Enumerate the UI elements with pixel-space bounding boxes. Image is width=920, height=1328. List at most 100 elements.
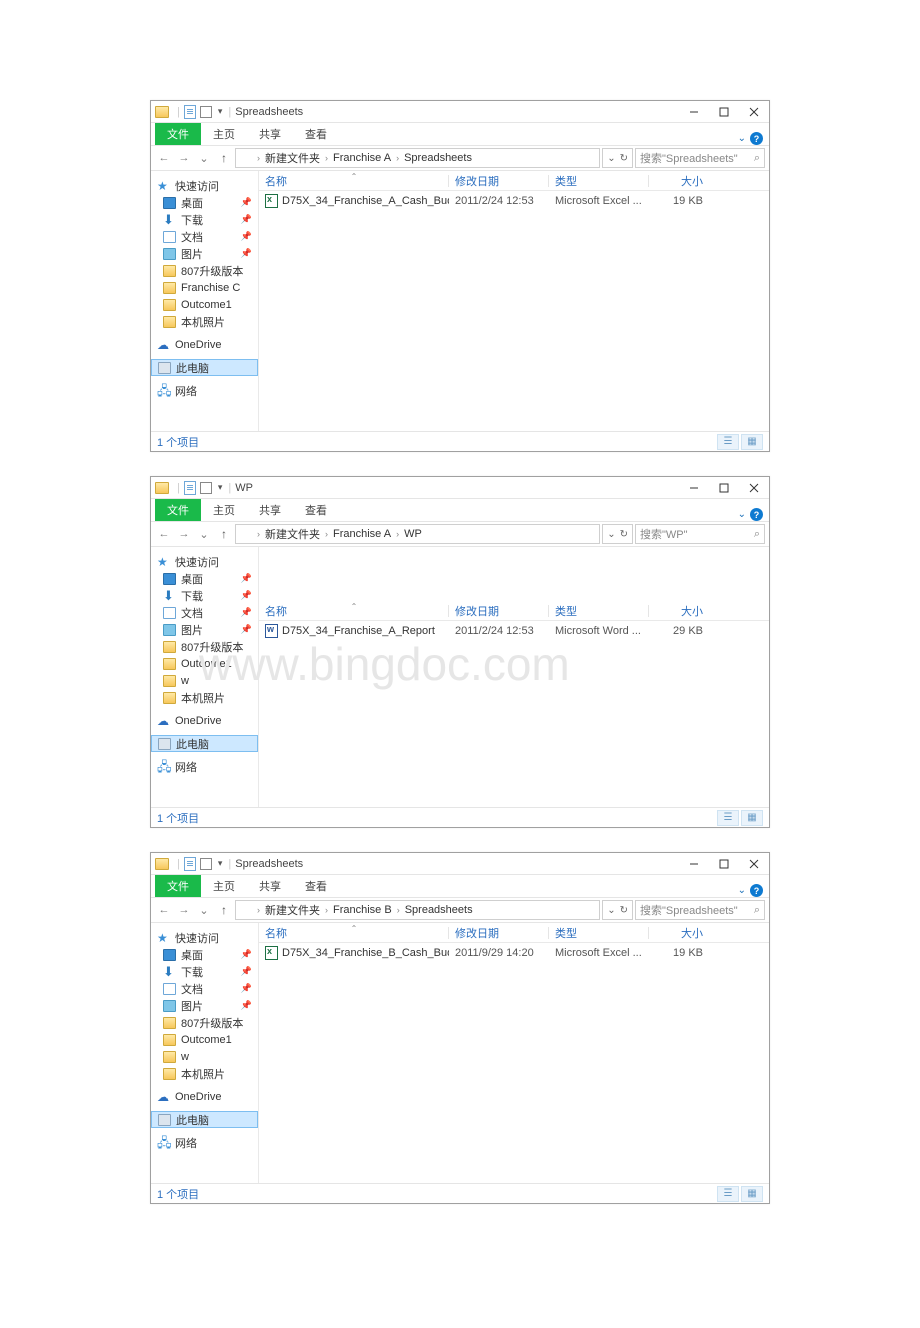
sidebar-item-downloads[interactable]: ⬇下载📌 <box>151 963 258 980</box>
nav-forward-button[interactable]: → <box>175 525 193 543</box>
sidebar-item-downloads[interactable]: ⬇下载📌 <box>151 587 258 604</box>
nav-forward-button[interactable]: → <box>175 901 193 919</box>
file-row[interactable]: D75X_34_Franchise_A_Cash_Budget 2011/2/2… <box>259 191 769 210</box>
nav-history-dropdown[interactable]: ⌄ <box>195 901 213 919</box>
sidebar-item-folder[interactable]: Franchise C <box>151 279 258 296</box>
sidebar-item-folder[interactable]: 本机照片 <box>151 689 258 706</box>
sidebar-this-pc[interactable]: 此电脑 <box>151 359 258 376</box>
sidebar-item-folder[interactable]: Outcome1 <box>151 655 258 672</box>
ribbon-collapse-icon[interactable]: ⌄ <box>738 509 746 520</box>
tab-view[interactable]: 查看 <box>293 499 339 521</box>
column-name[interactable]: ⌃名称 <box>259 603 449 619</box>
refresh-button[interactable]: ⌄ ↻ <box>602 900 633 920</box>
sidebar-this-pc[interactable]: 此电脑 <box>151 735 258 752</box>
view-details-button[interactable]: ☰ <box>717 810 739 826</box>
tab-home[interactable]: 主页 <box>201 123 247 145</box>
refresh-button[interactable]: ⌄ ↻ <box>602 148 633 168</box>
nav-history-dropdown[interactable]: ⌄ <box>195 149 213 167</box>
nav-back-button[interactable]: ← <box>155 525 173 543</box>
sidebar-onedrive[interactable]: ☁OneDrive <box>151 336 258 353</box>
sidebar-item-pictures[interactable]: 图片📌 <box>151 997 258 1014</box>
sidebar-item-downloads[interactable]: ⬇下载📌 <box>151 211 258 228</box>
breadcrumb-segment[interactable]: Spreadsheets <box>404 152 472 164</box>
sidebar-quick-access[interactable]: ★快速访问 <box>151 929 258 946</box>
tab-share[interactable]: 共享 <box>247 499 293 521</box>
qat-dropdown-icon[interactable]: ▾ <box>218 858 223 869</box>
nav-up-button[interactable]: ↑ <box>215 901 233 919</box>
sidebar-item-folder[interactable]: Outcome1 <box>151 1031 258 1048</box>
view-details-button[interactable]: ☰ <box>717 1186 739 1202</box>
address-bar[interactable]: › 新建文件夹›Franchise A›Spreadsheets <box>235 148 600 168</box>
search-input[interactable]: 搜索"Spreadsheets" ⌕ <box>635 148 765 168</box>
sidebar-item-pictures[interactable]: 图片📌 <box>151 621 258 638</box>
minimize-button[interactable] <box>679 853 709 874</box>
sidebar-item-folder[interactable]: 807升级版本 <box>151 1014 258 1031</box>
tab-share[interactable]: 共享 <box>247 875 293 897</box>
close-button[interactable] <box>739 477 769 498</box>
help-icon[interactable]: ? <box>750 884 763 897</box>
view-icons-button[interactable]: ▦ <box>741 434 763 450</box>
tab-home[interactable]: 主页 <box>201 875 247 897</box>
view-icons-button[interactable]: ▦ <box>741 1186 763 1202</box>
sidebar-item-folder[interactable]: w <box>151 1048 258 1065</box>
refresh-button[interactable]: ⌄ ↻ <box>602 524 633 544</box>
sidebar-item-documents[interactable]: 文档📌 <box>151 228 258 245</box>
close-button[interactable] <box>739 853 769 874</box>
minimize-button[interactable] <box>679 101 709 122</box>
qat-dropdown-icon[interactable]: ▾ <box>218 482 223 493</box>
sidebar-this-pc[interactable]: 此电脑 <box>151 1111 258 1128</box>
maximize-button[interactable] <box>709 101 739 122</box>
sidebar-onedrive[interactable]: ☁OneDrive <box>151 712 258 729</box>
breadcrumb-segment[interactable]: Franchise B <box>333 904 392 916</box>
column-size[interactable]: 大小 <box>649 925 709 941</box>
column-name[interactable]: ⌃名称 <box>259 925 449 941</box>
tab-file[interactable]: 文件 <box>155 123 201 145</box>
column-type[interactable]: 类型 <box>549 173 649 189</box>
view-details-button[interactable]: ☰ <box>717 434 739 450</box>
sidebar-item-folder[interactable]: 本机照片 <box>151 1065 258 1082</box>
sidebar-item-folder[interactable]: 807升级版本 <box>151 262 258 279</box>
qat-dropdown-icon[interactable]: ▾ <box>218 106 223 117</box>
column-date[interactable]: 修改日期 <box>449 603 549 619</box>
tab-share[interactable]: 共享 <box>247 123 293 145</box>
maximize-button[interactable] <box>709 477 739 498</box>
nav-history-dropdown[interactable]: ⌄ <box>195 525 213 543</box>
breadcrumb-segment[interactable]: 新建文件夹 <box>265 526 320 542</box>
column-size[interactable]: 大小 <box>649 173 709 189</box>
search-input[interactable]: 搜索"WP" ⌕ <box>635 524 765 544</box>
nav-up-button[interactable]: ↑ <box>215 525 233 543</box>
nav-back-button[interactable]: ← <box>155 901 173 919</box>
breadcrumb-segment[interactable]: Franchise A <box>333 528 391 540</box>
column-type[interactable]: 类型 <box>549 925 649 941</box>
ribbon-collapse-icon[interactable]: ⌄ <box>738 885 746 896</box>
sidebar-network[interactable]: 🖧网络 <box>151 382 258 399</box>
nav-back-button[interactable]: ← <box>155 149 173 167</box>
sidebar-item-pictures[interactable]: 图片📌 <box>151 245 258 262</box>
minimize-button[interactable] <box>679 477 709 498</box>
breadcrumb-segment[interactable]: Franchise A <box>333 152 391 164</box>
column-name[interactable]: ⌃名称 <box>259 173 449 189</box>
tab-file[interactable]: 文件 <box>155 499 201 521</box>
tab-view[interactable]: 查看 <box>293 123 339 145</box>
file-row[interactable]: D75X_34_Franchise_A_Report 2011/2/24 12:… <box>259 621 769 640</box>
nav-forward-button[interactable]: → <box>175 149 193 167</box>
tab-file[interactable]: 文件 <box>155 875 201 897</box>
column-type[interactable]: 类型 <box>549 603 649 619</box>
column-date[interactable]: 修改日期 <box>449 925 549 941</box>
sidebar-quick-access[interactable]: ★快速访问 <box>151 553 258 570</box>
sidebar-item-desktop[interactable]: 桌面📌 <box>151 946 258 963</box>
view-icons-button[interactable]: ▦ <box>741 810 763 826</box>
sidebar-quick-access[interactable]: ★快速访问 <box>151 177 258 194</box>
sidebar-item-documents[interactable]: 文档📌 <box>151 980 258 997</box>
breadcrumb-segment[interactable]: Spreadsheets <box>405 904 473 916</box>
sidebar-item-folder[interactable]: 807升级版本 <box>151 638 258 655</box>
help-icon[interactable]: ? <box>750 132 763 145</box>
sidebar-item-desktop[interactable]: 桌面📌 <box>151 194 258 211</box>
sidebar-item-folder[interactable]: w <box>151 672 258 689</box>
sidebar-item-documents[interactable]: 文档📌 <box>151 604 258 621</box>
sidebar-item-folder[interactable]: Outcome1 <box>151 296 258 313</box>
breadcrumb-segment[interactable]: 新建文件夹 <box>265 150 320 166</box>
file-row[interactable]: D75X_34_Franchise_B_Cash_Budget 2011/9/2… <box>259 943 769 962</box>
search-input[interactable]: 搜索"Spreadsheets" ⌕ <box>635 900 765 920</box>
column-size[interactable]: 大小 <box>649 603 709 619</box>
